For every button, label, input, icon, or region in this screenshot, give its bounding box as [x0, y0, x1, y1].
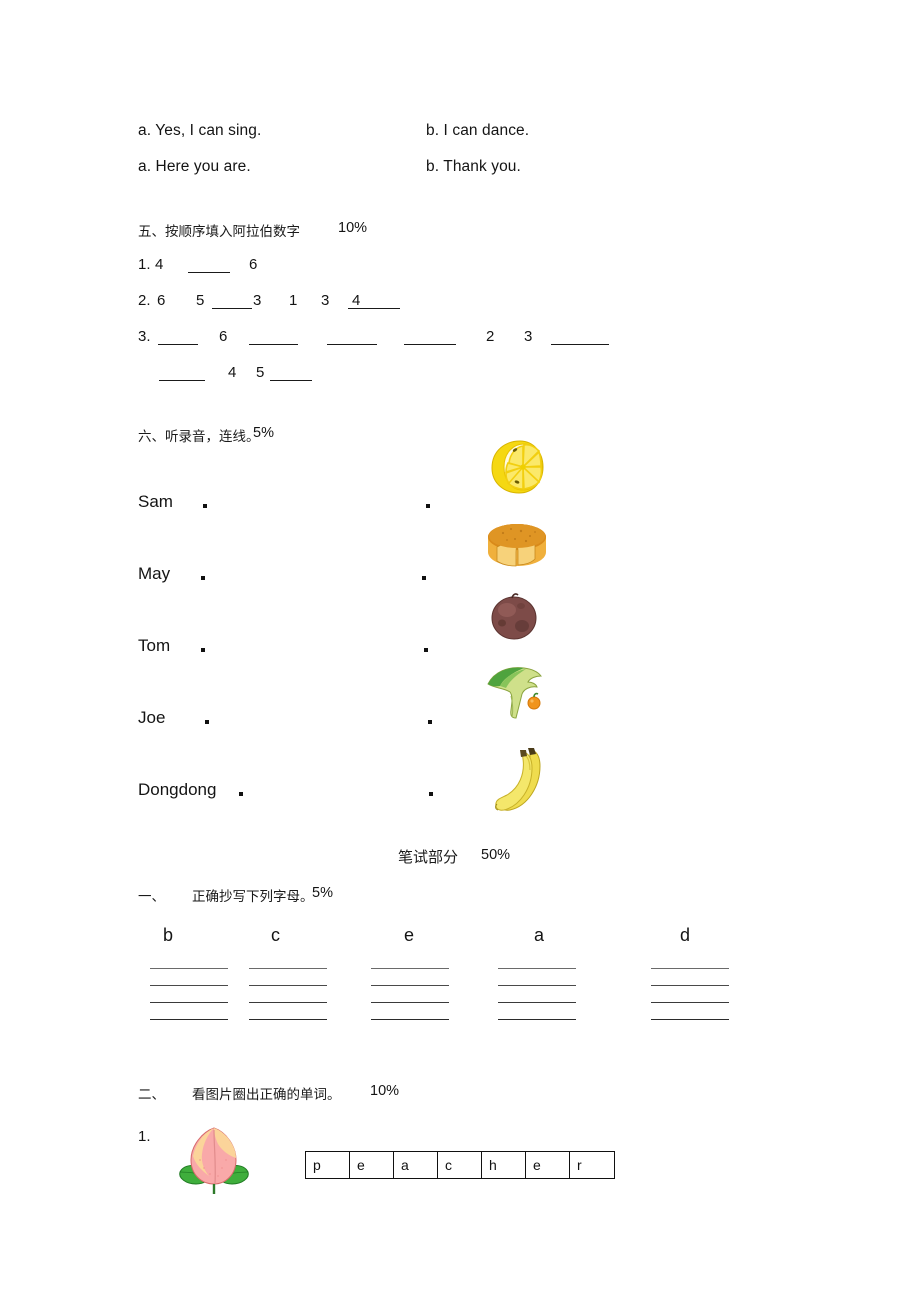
- section-five-row3-blank-5[interactable]: [551, 344, 609, 345]
- section-five-score: 10%: [338, 220, 368, 236]
- section-five-row2-number-6: 4: [352, 292, 361, 309]
- match-right-dot-4[interactable]: [428, 720, 432, 724]
- section-five-row2-number-1: 6: [157, 292, 166, 309]
- section-two-heading: 看图片圈出正确的单词。: [192, 1087, 341, 1103]
- letter-cell-4[interactable]: c: [438, 1152, 482, 1178]
- handwriting-guide-e[interactable]: [371, 952, 449, 1020]
- letter-cell-5[interactable]: h: [482, 1152, 526, 1178]
- banana-clipart: [492, 746, 550, 814]
- cake-clipart: [485, 520, 549, 574]
- section-five-row4-number-5: 5: [256, 364, 265, 381]
- letter-cell-7[interactable]: r: [570, 1152, 614, 1178]
- plum-clipart: [488, 592, 540, 642]
- written-part-score: 50%: [481, 847, 511, 863]
- section-five-row3-blank-2[interactable]: [249, 344, 298, 345]
- section-one-score: 5%: [312, 885, 333, 901]
- section-five-row2-number-2: 5: [196, 292, 205, 309]
- handwriting-guide-c[interactable]: [249, 952, 327, 1020]
- section-five-row4-number-4: 4: [228, 364, 237, 381]
- section-one-heading: 正确抄写下列字母。: [192, 889, 314, 905]
- listening-item-5-option-b: b. Thank you.: [426, 158, 521, 175]
- vegetable-clipart: [484, 660, 554, 722]
- match-name-joe[interactable]: Joe: [138, 708, 165, 728]
- handwriting-guide-d[interactable]: [651, 952, 729, 1020]
- handwriting-guide-b[interactable]: [150, 952, 228, 1020]
- handwriting-guide-a[interactable]: [498, 952, 576, 1020]
- section-five-row2-number-5: 3: [321, 292, 330, 309]
- section-five-row2-number-3: 3: [253, 292, 262, 309]
- match-right-dot-2[interactable]: [422, 576, 426, 580]
- copy-letter-b: b: [163, 925, 174, 945]
- section-two-number: 二、: [138, 1087, 165, 1103]
- section-two-question-1-number: 1.: [138, 1128, 151, 1145]
- letter-cell-1[interactable]: p: [306, 1152, 350, 1178]
- match-left-dot-3[interactable]: [201, 648, 205, 652]
- section-five-row3-number-2: 2: [486, 328, 495, 345]
- worksheet-page: a. Yes, I can sing. b. I can dance. a. H…: [0, 0, 920, 1303]
- match-right-dot-5[interactable]: [429, 792, 433, 796]
- section-five-row2-blank-2[interactable]: [348, 308, 400, 309]
- section-five-row3-blank-4[interactable]: [404, 344, 456, 345]
- section-five-row3-blank-3[interactable]: [327, 344, 377, 345]
- match-name-tom[interactable]: Tom: [138, 636, 170, 656]
- section-five-row1-label: 1.: [138, 256, 151, 273]
- match-left-dot-4[interactable]: [205, 720, 209, 724]
- section-five-row4-blank-1[interactable]: [159, 380, 205, 381]
- section-five-row2-number-4: 1: [289, 292, 298, 309]
- match-name-dongdong[interactable]: Dongdong: [138, 780, 216, 800]
- written-part-heading: 笔试部分: [398, 848, 459, 866]
- peach-clipart: [174, 1122, 252, 1196]
- match-left-dot-1[interactable]: [203, 504, 207, 508]
- section-one-number: 一、: [138, 889, 165, 905]
- section-two-score: 10%: [370, 1083, 400, 1099]
- section-five-row1-number-6: 6: [249, 256, 258, 273]
- section-five-row1-blank-1[interactable]: [188, 272, 230, 273]
- section-five-row3-number-6: 6: [219, 328, 228, 345]
- section-five-row3-number-3: 3: [524, 328, 533, 345]
- copy-letter-e: e: [404, 925, 415, 945]
- match-right-dot-1[interactable]: [426, 504, 430, 508]
- section-five-row4-blank-2[interactable]: [270, 380, 312, 381]
- section-five-row3-blank-1[interactable]: [158, 344, 198, 345]
- match-right-dot-3[interactable]: [424, 648, 428, 652]
- match-left-dot-5[interactable]: [239, 792, 243, 796]
- listening-item-4-option-a: a. Yes, I can sing.: [138, 122, 262, 139]
- section-five-row3-label: 3.: [138, 328, 151, 345]
- word-letter-boxes[interactable]: p e a c h e r: [305, 1151, 615, 1179]
- section-five-heading: 五、按顺序填入阿拉伯数字: [138, 224, 300, 240]
- match-name-sam[interactable]: Sam: [138, 492, 173, 512]
- copy-letter-d: d: [680, 925, 691, 945]
- lemon-clipart: [484, 438, 546, 496]
- letter-cell-3[interactable]: a: [394, 1152, 438, 1178]
- letter-cell-6[interactable]: e: [526, 1152, 570, 1178]
- section-five-row1-number-4: 4: [155, 256, 164, 273]
- section-six-score: 5%: [253, 425, 274, 441]
- listening-item-5-option-a: a. Here you are.: [138, 158, 251, 175]
- section-six-heading: 六、听录音，连线。: [138, 429, 260, 445]
- letter-cell-2[interactable]: e: [350, 1152, 394, 1178]
- match-left-dot-2[interactable]: [201, 576, 205, 580]
- listening-item-4-option-b: b. I can dance.: [426, 122, 530, 139]
- copy-letter-a: a: [534, 925, 545, 945]
- section-five-row2-blank-1[interactable]: [212, 308, 252, 309]
- copy-letter-c: c: [271, 925, 280, 945]
- match-name-may[interactable]: May: [138, 564, 170, 584]
- section-five-row2-label: 2.: [138, 292, 151, 309]
